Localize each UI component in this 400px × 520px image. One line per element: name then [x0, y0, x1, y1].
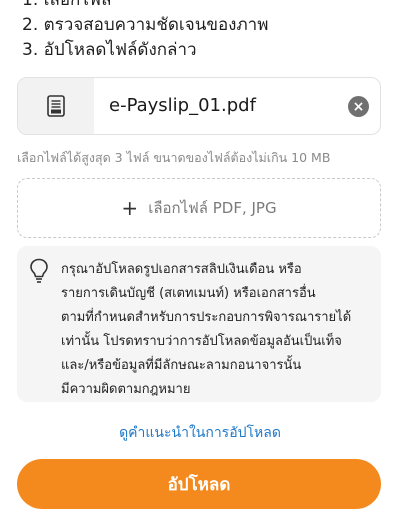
info-notice-box: กรุณาอัปโหลดรูปเอกสารสลิปเงินเดือน หรือ …	[17, 246, 381, 402]
info-line: และ/หรือข้อมูลที่มีลักษณะลามกอนาจารนั้น	[61, 358, 302, 373]
upload-guide-link[interactable]: ดูคำแนะนำในการอัปโหลด	[0, 422, 400, 444]
remove-file-button[interactable]: ×	[348, 96, 369, 117]
pdf-file-icon	[18, 78, 94, 134]
plus-icon: +	[121, 196, 139, 220]
close-icon: ×	[352, 98, 365, 115]
step-3: 3. อัปโหลดไฟล์ดังกล่าว	[22, 40, 197, 60]
step-2: 2. ตรวจสอบความชัดเจนของภาพ	[22, 15, 269, 35]
dropzone-label: เลือกไฟล์ PDF, JPG	[148, 199, 277, 217]
selected-file-card: e-Payslip_01.pdf ×	[17, 77, 381, 135]
file-name: e-Payslip_01.pdf	[109, 95, 256, 116]
info-line: เท่านั้น โปรดทราบว่าการอัปโหลดข้อมูลอันเ…	[61, 334, 342, 349]
select-file-dropzone[interactable]: + เลือกไฟล์ PDF, JPG	[17, 178, 381, 238]
file-limit-note: เลือกไฟล์ได้สูงสุด 3 ไฟล์ ขนาดของไฟล์ต้อ…	[17, 150, 331, 165]
info-line: ตามที่กำหนดสำหรับการประกอบการพิจารณารายไ…	[61, 310, 352, 325]
step-1: 1. เลือกไฟล์	[22, 0, 112, 10]
info-line: รายการเดินบัญชี (สเตทเมนท์) หรือเอกสารอื…	[61, 286, 316, 301]
steps-list: 1. เลือกไฟล์ 2. ตรวจสอบความชัดเจนของภาพ …	[22, 0, 382, 63]
lightbulb-icon	[30, 258, 48, 283]
info-notice-text: กรุณาอัปโหลดรูปเอกสารสลิปเงินเดือน หรือ …	[61, 258, 373, 402]
upload-button[interactable]: อัปโหลด	[17, 459, 381, 509]
info-line: มีความผิดตามกฎหมาย	[61, 382, 191, 397]
info-line: กรุณาอัปโหลดรูปเอกสารสลิปเงินเดือน หรือ	[61, 262, 302, 277]
